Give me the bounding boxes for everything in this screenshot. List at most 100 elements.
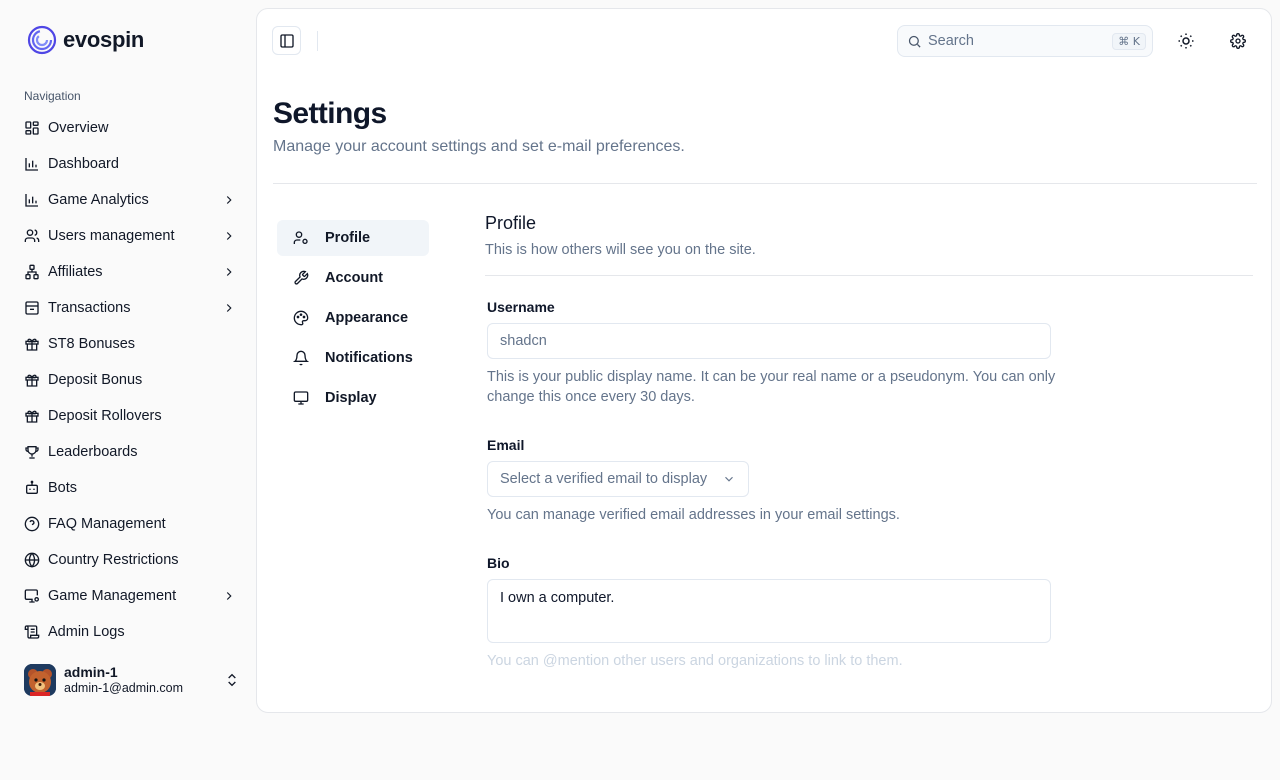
brand-logo[interactable]: evospin — [27, 25, 144, 55]
divider — [485, 275, 1253, 276]
layout-grid-icon — [24, 120, 40, 136]
help-circle-icon — [24, 516, 40, 532]
sidebar-item-affiliates[interactable]: Affiliates — [16, 254, 242, 290]
evospin-logo-icon — [27, 25, 57, 55]
email-select[interactable]: Select a verified email to display — [487, 461, 749, 497]
gift-icon — [24, 336, 40, 352]
sidebar-item-label: FAQ Management — [48, 516, 166, 532]
sidebar-item-label: Overview — [48, 120, 109, 136]
bio-helper: You can @mention other users and organiz… — [487, 653, 903, 669]
sidebar-item-game-analytics[interactable]: Game Analytics — [16, 182, 242, 218]
settings-tab-notifications[interactable]: Notifications — [277, 340, 429, 376]
settings-tab-label: Appearance — [325, 310, 409, 326]
settings-tab-label: Notifications — [325, 350, 413, 366]
settings-button[interactable] — [1225, 28, 1251, 54]
search-shortcut: ⌘ K — [1112, 32, 1146, 50]
users-icon — [24, 228, 40, 244]
sidebar-item-deposit-rollovers[interactable]: Deposit Rollovers — [16, 398, 242, 434]
sidebar-item-faq-management[interactable]: FAQ Management — [16, 506, 242, 542]
sidebar-item-label: Bots — [48, 480, 78, 496]
user-menu[interactable]: admin-1 admin-1@admin.com — [24, 662, 240, 698]
settings-tab-account[interactable]: Account — [277, 260, 429, 296]
settings-tab-appearance[interactable]: Appearance — [277, 300, 429, 336]
chevrons-up-down-icon[interactable] — [224, 672, 240, 688]
sidebar-item-st8-bonuses[interactable]: ST8 Bonuses — [16, 326, 242, 362]
panel-left-icon — [279, 33, 294, 48]
sidebar-nav: Overview Dashboard Game Analytics Users … — [16, 110, 242, 650]
bar-chart-icon — [24, 192, 40, 208]
settings-tab-profile[interactable]: Profile — [277, 220, 429, 256]
sidebar-item-label: Game Management — [48, 588, 177, 604]
settings-tab-label: Display — [325, 390, 377, 406]
sidebar-item-users-management[interactable]: Users management — [16, 218, 242, 254]
archive-icon — [24, 300, 40, 316]
sidebar-item-dashboard[interactable]: Dashboard — [16, 146, 242, 182]
sidebar-item-admin-logs[interactable]: Admin Logs — [16, 614, 242, 650]
brand-name: evospin — [63, 27, 145, 52]
sidebar-item-overview[interactable]: Overview — [16, 110, 242, 146]
sidebar-item-country-restrictions[interactable]: Country Restrictions — [16, 542, 242, 578]
main-panel: Search ⌘ K Settings Manage your account … — [256, 8, 1272, 713]
chevron-right-icon — [226, 304, 232, 312]
sidebar-item-label: Users management — [48, 228, 175, 244]
bio-textarea[interactable]: I own a computer. — [487, 579, 1051, 643]
network-icon — [24, 264, 40, 280]
page-title: Settings — [273, 97, 387, 130]
sidebar-item-label: Deposit Bonus — [48, 372, 143, 388]
bell-icon — [293, 350, 309, 366]
user-cog-icon — [293, 230, 309, 246]
sidebar-item-label: Leaderboards — [48, 444, 138, 460]
sun-icon — [1178, 33, 1194, 49]
sidebar-item-bots[interactable]: Bots — [16, 470, 242, 506]
monitor-icon — [293, 390, 309, 406]
username-placeholder: shadcn — [500, 333, 547, 349]
search-icon — [908, 35, 921, 48]
chevron-right-icon — [226, 196, 232, 204]
sidebar-item-leaderboards[interactable]: Leaderboards — [16, 434, 242, 470]
username-helper: This is your public display name. It can… — [487, 369, 1056, 405]
chevron-right-icon — [226, 232, 232, 240]
username-field[interactable]: shadcn — [487, 323, 1051, 359]
email-helper: You can manage verified email addresses … — [487, 507, 900, 523]
sidebar-item-label: Game Analytics — [48, 192, 149, 208]
section-subtitle: This is how others will see you on the s… — [485, 242, 756, 258]
sidebar-item-label: Admin Logs — [48, 624, 125, 640]
section-title: Profile — [485, 213, 537, 233]
user-name: admin-1 — [64, 664, 118, 680]
globe-icon — [24, 552, 40, 568]
theme-toggle-button[interactable] — [1173, 28, 1199, 54]
username-label: Username — [487, 299, 555, 315]
sidebar-item-label: Country Restrictions — [48, 552, 179, 568]
palette-icon — [293, 310, 309, 326]
settings-tab-display[interactable]: Display — [277, 380, 429, 416]
page-subtitle: Manage your account settings and set e-m… — [273, 138, 685, 155]
header-divider — [317, 31, 318, 51]
user-email: admin-1@admin.com — [64, 681, 183, 695]
sidebar-item-game-management[interactable]: Game Management — [16, 578, 242, 614]
bar-chart-icon — [24, 156, 40, 172]
avatar — [24, 664, 56, 696]
nav-section-label: Navigation — [24, 89, 81, 103]
sidebar-toggle-button[interactable] — [272, 26, 301, 55]
settings-tab-label: Profile — [325, 230, 371, 246]
sidebar-item-label: Dashboard — [48, 156, 119, 172]
gear-icon — [1230, 33, 1246, 49]
monitor-cog-icon — [24, 588, 40, 604]
sidebar-item-transactions[interactable]: Transactions — [16, 290, 242, 326]
trophy-icon — [24, 444, 40, 460]
sidebar-item-label: Transactions — [48, 300, 131, 316]
search-placeholder: Search — [928, 33, 974, 49]
sidebar-item-label: Affiliates — [48, 264, 103, 280]
email-select-placeholder: Select a verified email to display — [500, 471, 708, 487]
sidebar-item-deposit-bonus[interactable]: Deposit Bonus — [16, 362, 242, 398]
gift-icon — [24, 372, 40, 388]
scroll-icon — [24, 624, 40, 640]
settings-tab-label: Account — [325, 270, 383, 286]
profile-form: Profile This is how others will see you … — [485, 213, 1253, 669]
sidebar: evospin Navigation Overview Dashboard Ga… — [0, 0, 256, 720]
user-info: admin-1 admin-1@admin.com — [64, 664, 183, 696]
chevron-right-icon — [226, 592, 232, 600]
sidebar-item-label: ST8 Bonuses — [48, 336, 136, 352]
search-input[interactable]: Search ⌘ K — [897, 25, 1153, 57]
bio-label: Bio — [487, 555, 510, 571]
